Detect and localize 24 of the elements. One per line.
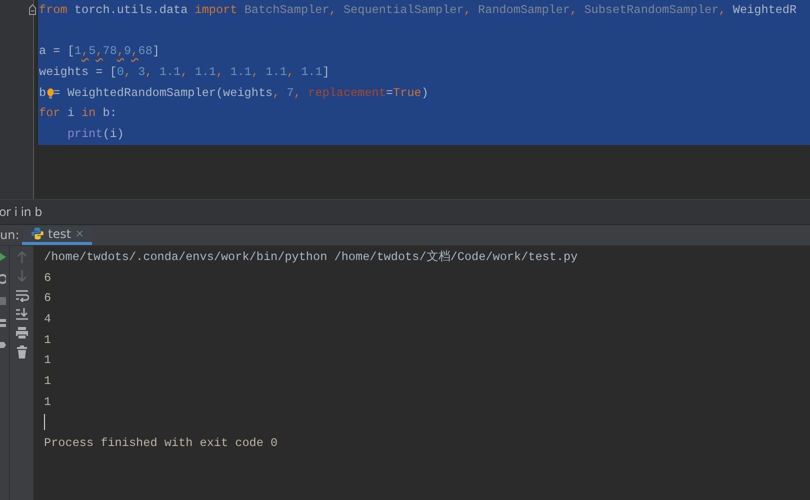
- scroll-to-end-icon[interactable]: [14, 307, 28, 321]
- console-output: 1: [44, 332, 52, 349]
- layout-icon[interactable]: [0, 318, 6, 328]
- trash-icon[interactable]: [14, 345, 28, 359]
- console-output: 1: [44, 352, 52, 370]
- pin-icon[interactable]: [0, 340, 6, 350]
- run-label: un:: [0, 227, 20, 244]
- breadcrumb[interactable]: or i in b: [0, 205, 42, 219]
- console-output: 1: [44, 394, 52, 411]
- soft-wrap-icon[interactable]: [14, 288, 28, 302]
- text-cursor: [44, 414, 45, 430]
- console-output: 4: [44, 311, 52, 328]
- fold-icon[interactable]: [29, 4, 36, 15]
- console-output: 6: [44, 290, 52, 308]
- print-icon[interactable]: [14, 326, 28, 340]
- python-icon: [31, 227, 44, 240]
- run-tab[interactable]: test ×: [22, 225, 92, 245]
- console-output: 1: [44, 373, 52, 390]
- console-command: /home/twdots/.conda/envs/work/bin/python /home/twdots/文档/Code/work/test.py: [44, 249, 579, 266]
- run-icon[interactable]: [0, 252, 6, 262]
- lightbulb-icon[interactable]: [46, 88, 54, 99]
- console-output: 6: [44, 270, 52, 287]
- rerun-icon[interactable]: [0, 274, 6, 284]
- console-output: Process finished with exit code 0: [44, 435, 279, 452]
